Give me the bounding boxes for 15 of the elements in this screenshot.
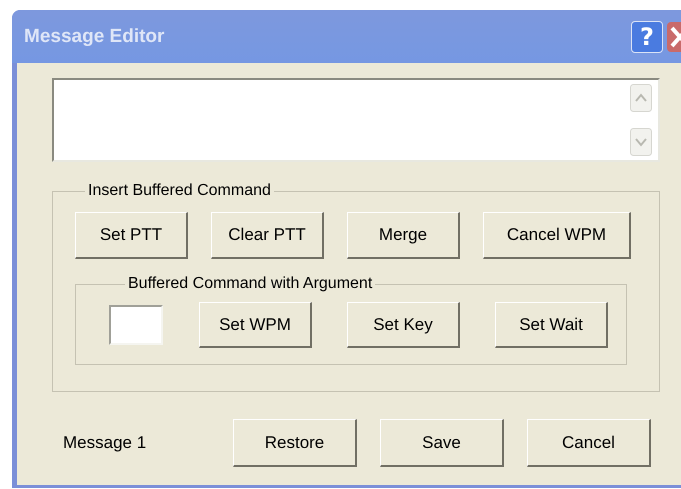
command-button[interactable]: Set Wait (495, 302, 608, 348)
command-button[interactable]: Set PTT (75, 212, 188, 259)
command-button[interactable]: Merge (347, 212, 460, 259)
dialog-button[interactable]: Save (380, 419, 504, 467)
window-title: Message Editor (24, 26, 166, 48)
group-label: Buffered Command with Argument (127, 275, 374, 293)
message-label: Message 1 (63, 433, 148, 453)
help-button[interactable]: ? (631, 20, 663, 52)
group-label: Insert Buffered Command (87, 182, 272, 200)
command-button[interactable]: Cancel WPM (483, 212, 631, 259)
command-button[interactable]: Set WPM (199, 302, 312, 348)
dialog-button[interactable]: Cancel (527, 419, 651, 467)
dialog-button[interactable]: Restore (233, 419, 357, 467)
command-button[interactable]: Clear PTT (211, 212, 324, 259)
command-button[interactable]: Set Key (347, 302, 460, 348)
